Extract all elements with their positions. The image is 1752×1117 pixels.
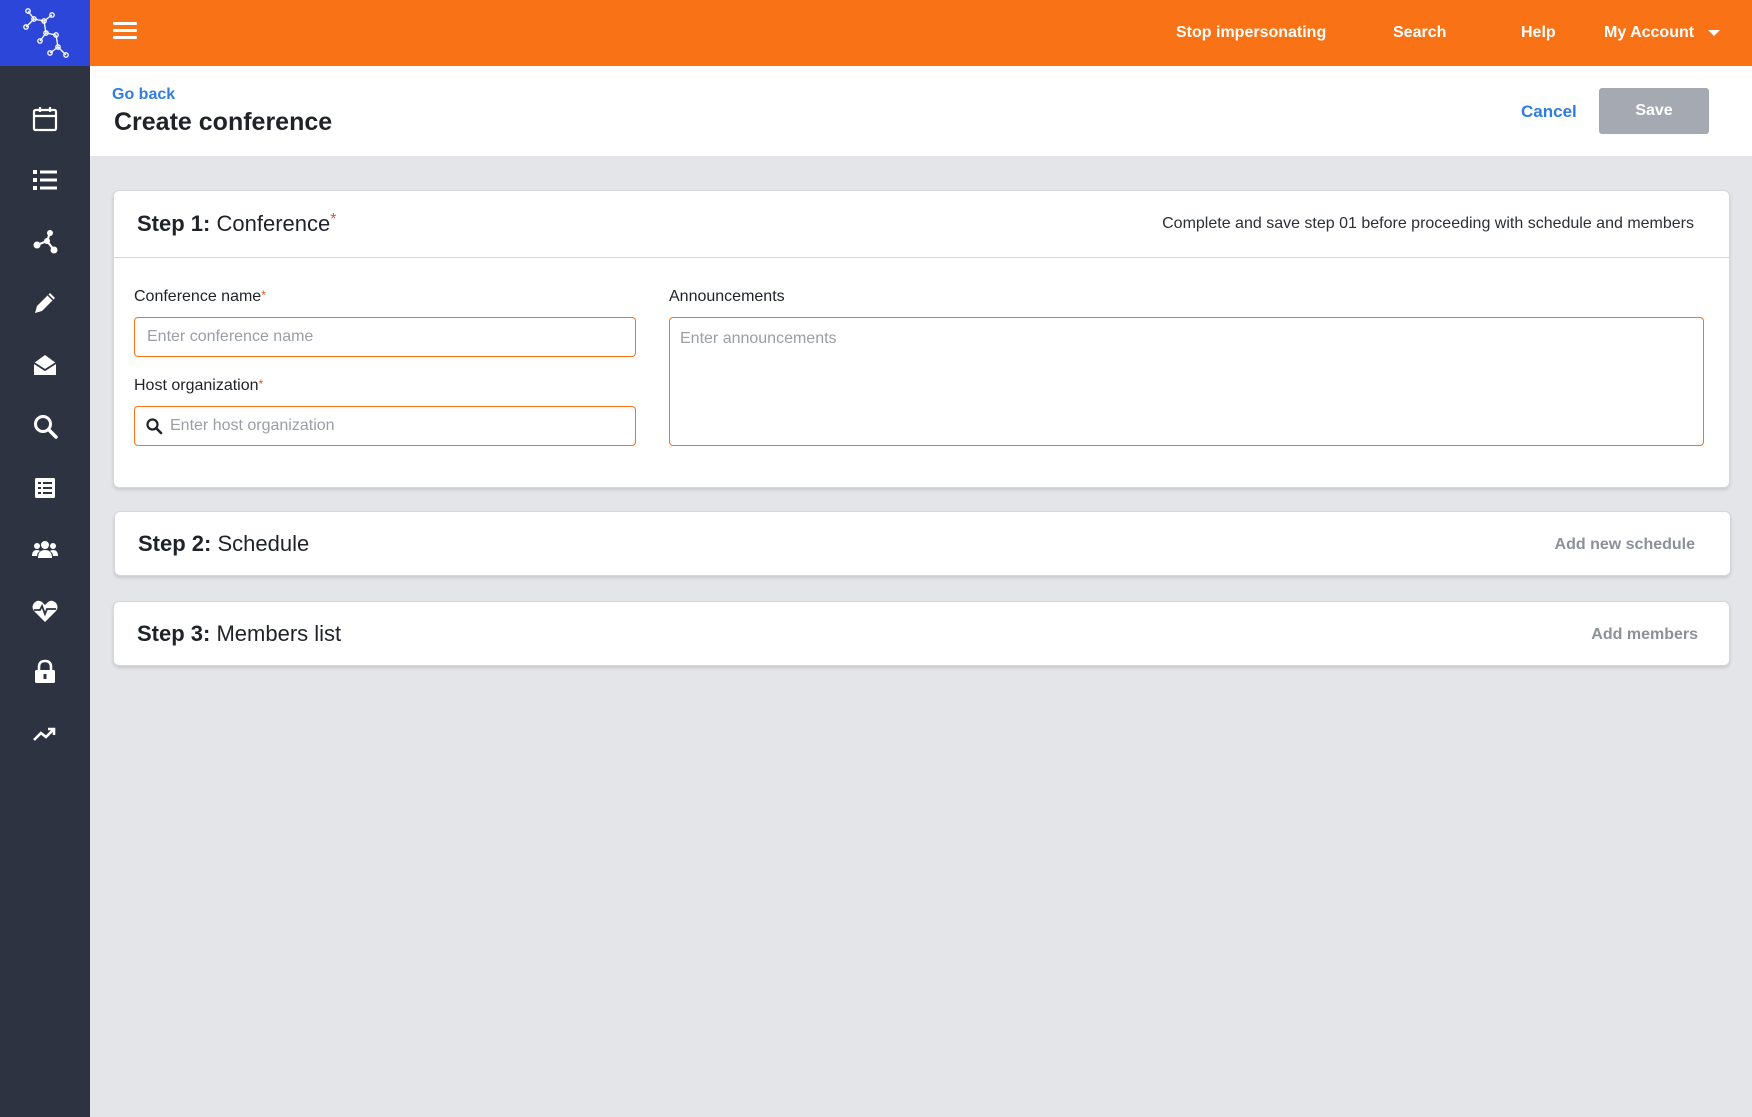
step1-divider (114, 257, 1729, 258)
go-back-link[interactable]: Go back (112, 86, 175, 104)
sidebar-item-mail[interactable] (0, 334, 90, 396)
search-link[interactable]: Search (1393, 0, 1446, 66)
app-logo[interactable] (0, 0, 90, 66)
sidebar-item-calendar[interactable] (0, 88, 90, 150)
my-account-label: My Account (1604, 24, 1695, 41)
step1-title: Step 1: Conference* (137, 211, 337, 236)
network-icon (33, 229, 58, 254)
step2-card[interactable]: Step 2: Schedule Add new schedule (114, 511, 1731, 576)
sidebar-item-network[interactable] (0, 211, 90, 273)
document-list-icon (35, 477, 55, 498)
cancel-button[interactable]: Cancel (1521, 102, 1577, 122)
envelope-open-icon (33, 354, 57, 375)
host-organization-input[interactable] (134, 406, 636, 446)
announcements-textarea[interactable] (669, 317, 1704, 446)
search-icon (34, 415, 58, 439)
sidebar-item-analytics[interactable] (0, 703, 90, 765)
conference-name-input[interactable] (134, 317, 636, 357)
sidebar-item-search[interactable] (0, 396, 90, 458)
caret-down-icon (1708, 30, 1721, 36)
sidebar-item-security[interactable] (0, 642, 90, 704)
trending-icon (33, 727, 56, 741)
my-account-dropdown[interactable]: My Account (1604, 0, 1721, 66)
help-link[interactable]: Help (1521, 0, 1556, 66)
heartbeat-icon (32, 600, 58, 622)
sidebar-item-documents[interactable] (0, 457, 90, 519)
calendar-icon (32, 106, 58, 131)
sidebar-item-list[interactable] (0, 150, 90, 212)
page-title: Create conference (114, 108, 333, 136)
save-button[interactable]: Save (1599, 88, 1709, 134)
conference-name-label: Conference name* (134, 288, 266, 305)
step3-title: Step 3: Members list (137, 621, 342, 646)
add-new-schedule-button[interactable]: Add new schedule (1555, 536, 1695, 554)
sidebar (0, 0, 90, 1117)
lock-icon (35, 659, 55, 684)
step3-card[interactable]: Step 3: Members list Add members (113, 601, 1730, 666)
stop-impersonating-link[interactable]: Stop impersonating (1176, 0, 1326, 66)
host-organization-label: Host organization* (134, 377, 264, 394)
page-header: Go back Create conference Cancel Save (90, 66, 1752, 156)
search-icon (146, 418, 163, 435)
step1-card: Step 1: Conference* Complete and save st… (113, 190, 1730, 488)
add-members-button[interactable]: Add members (1591, 626, 1698, 644)
top-bar: Stop impersonating Search Help My Accoun… (90, 0, 1752, 66)
step2-title: Step 2: Schedule (138, 531, 310, 556)
pencil-icon (35, 293, 55, 314)
sidebar-item-users[interactable] (0, 519, 90, 581)
sidebar-item-health[interactable] (0, 580, 90, 642)
announcements-label: Announcements (669, 288, 785, 305)
menu-toggle-icon[interactable] (113, 22, 137, 42)
users-icon (32, 541, 58, 559)
step1-note: Complete and save step 01 before proceed… (1162, 215, 1694, 232)
sidebar-item-edit[interactable] (0, 273, 90, 335)
list-icon (33, 170, 57, 191)
molecule-logo-icon (23, 8, 69, 58)
